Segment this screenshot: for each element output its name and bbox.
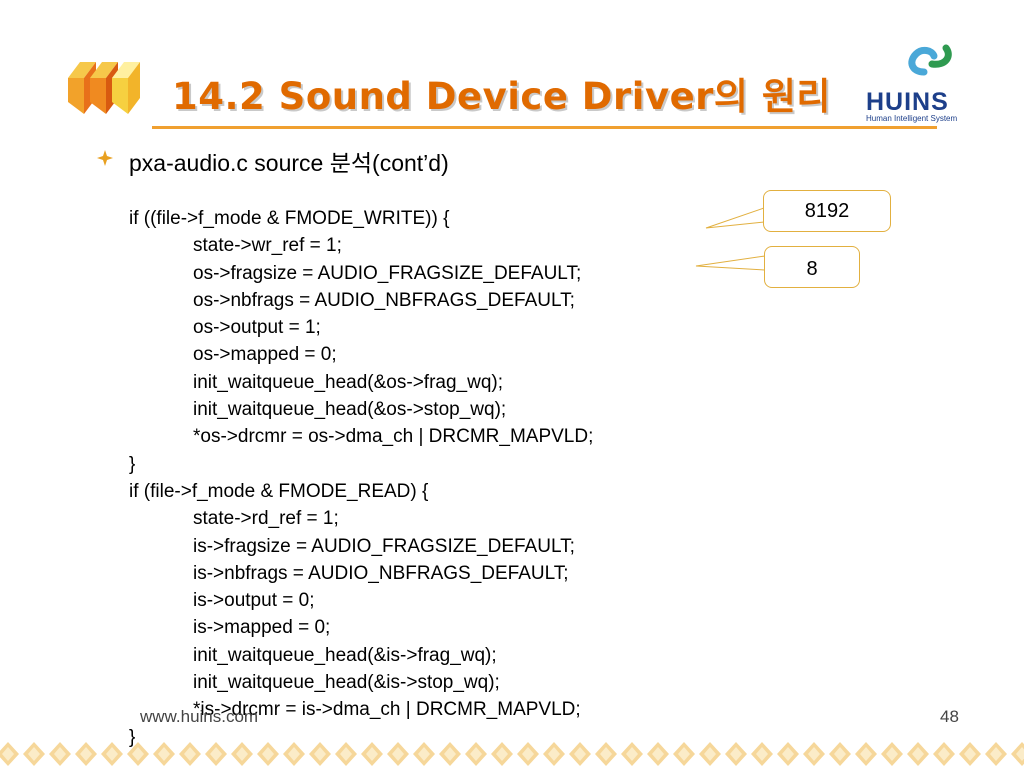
code-line: state->rd_ref = 1;	[193, 508, 339, 530]
brand-tagline: Human Intelligent System	[866, 114, 958, 123]
code-line: if (file->f_mode & FMODE_READ) {	[129, 480, 429, 502]
code-line: os->output = 1;	[193, 317, 321, 339]
page-number: 48	[940, 707, 959, 726]
code-line: init_waitqueue_head(&os->stop_wq);	[193, 399, 507, 421]
cube-logo-icon	[68, 62, 140, 114]
code-line: os->fragsize = AUDIO_FRAGSIZE_DEFAULT;	[193, 262, 582, 284]
footer-pattern	[0, 742, 1024, 766]
code-line: is->output = 0;	[193, 590, 315, 612]
brand-name: HUINS	[866, 88, 949, 116]
code-line: init_waitqueue_head(&is->frag_wq);	[193, 644, 497, 666]
code-line: is->fragsize = AUDIO_FRAGSIZE_DEFAULT;	[193, 535, 575, 557]
code-line: state->wr_ref = 1;	[193, 235, 342, 257]
code-line: *os->drcmr = os->dma_ch | DRCMR_MAPVLD;	[193, 426, 594, 448]
code-line: os->nbfrags = AUDIO_NBFRAGS_DEFAULT;	[193, 289, 575, 311]
code-line: os->mapped = 0;	[193, 344, 337, 366]
code-line: if ((file->f_mode & FMODE_WRITE)) {	[129, 208, 450, 229]
callout-fragsize: 8192	[763, 190, 891, 232]
code-block: if ((file->f_mode & FMODE_WRITE)) { state…	[129, 205, 593, 751]
callout-nbfrags: 8	[764, 246, 860, 288]
code-line: is->mapped = 0;	[193, 617, 331, 639]
diamond-bullet-icon	[97, 150, 113, 166]
code-line: is->nbfrags = AUDIO_NBFRAGS_DEFAULT;	[193, 562, 569, 584]
footer-url: www.huins.com	[140, 707, 259, 726]
section-subtitle: pxa-audio.c source 분석(cont’d)	[129, 150, 449, 176]
code-line: init_waitqueue_head(&is->stop_wq);	[193, 672, 500, 694]
title-underline	[152, 126, 937, 129]
slide-title: 14.2 Sound Device Driver의 원리	[172, 75, 831, 118]
code-line: }	[129, 453, 136, 475]
code-line: init_waitqueue_head(&os->frag_wq);	[193, 371, 504, 393]
